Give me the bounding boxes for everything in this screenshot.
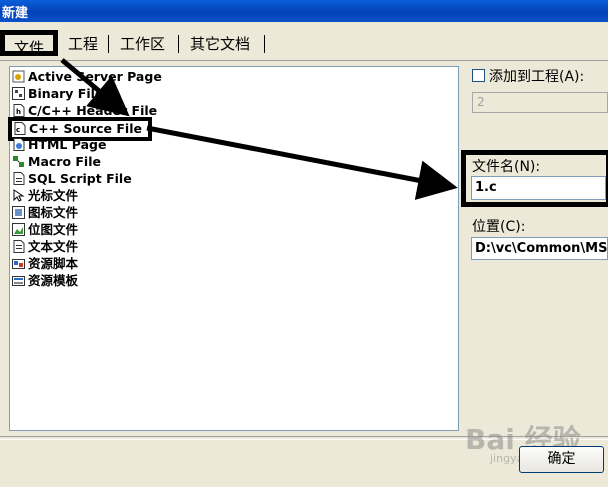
- tab-other-documents[interactable]: 其它文档: [188, 33, 252, 55]
- project-select: 2: [472, 92, 608, 113]
- sql-icon: [12, 172, 25, 185]
- list-item[interactable]: 位图文件: [12, 221, 78, 238]
- binary-icon: [12, 87, 25, 100]
- tab-separator: [108, 35, 109, 53]
- html-icon: [12, 138, 25, 151]
- filename-label: 文件名(N):: [472, 159, 541, 175]
- svg-text:c: c: [16, 126, 20, 134]
- location-input[interactable]: D:\vc\Common\MSDe: [471, 237, 608, 260]
- tab-separator: [264, 35, 265, 53]
- tab-separator: [178, 35, 179, 53]
- resource-template-icon: [12, 274, 25, 287]
- svg-text:h: h: [16, 108, 21, 116]
- location-label: 位置(C):: [472, 219, 526, 235]
- list-item[interactable]: 图标文件: [12, 204, 78, 221]
- list-item[interactable]: 资源模板: [12, 272, 78, 289]
- tab-files[interactable]: 文件: [0, 30, 58, 57]
- list-item[interactable]: 文本文件: [12, 238, 78, 255]
- ok-button[interactable]: 确定: [519, 446, 604, 473]
- list-item[interactable]: Binary File: [12, 85, 103, 102]
- list-item[interactable]: Active Server Page: [12, 68, 162, 85]
- list-item[interactable]: 光标文件: [12, 187, 78, 204]
- tab-projects[interactable]: 工程: [66, 33, 100, 55]
- add-to-project-checkbox[interactable]: [472, 69, 485, 82]
- list-item[interactable]: HTML Page: [12, 136, 106, 153]
- icon-file-icon: [12, 206, 25, 219]
- title-bar: 新建: [0, 0, 608, 22]
- resource-script-icon: [12, 257, 25, 270]
- tab-workspaces[interactable]: 工作区: [118, 33, 167, 55]
- cursor-icon: [12, 189, 25, 202]
- window-title: 新建: [2, 6, 29, 21]
- bitmap-icon: [12, 223, 25, 236]
- add-to-project-label: 添加到工程(A):: [489, 69, 585, 85]
- list-item[interactable]: SQL Script File: [12, 170, 132, 187]
- macro-icon: [12, 155, 25, 168]
- text-icon: [12, 240, 25, 253]
- filename-input[interactable]: 1.c: [471, 176, 606, 200]
- list-item[interactable]: Macro File: [12, 153, 101, 170]
- file-type-list[interactable]: Active Server Page Binary File h C/C++ He…: [8, 66, 459, 431]
- list-item[interactable]: 资源脚本: [12, 255, 78, 272]
- header-icon: h: [12, 104, 25, 117]
- tab-strip: 文件 工程 工作区 其它文档: [0, 30, 608, 61]
- asp-icon: [12, 70, 25, 83]
- cpp-icon: c: [13, 122, 26, 135]
